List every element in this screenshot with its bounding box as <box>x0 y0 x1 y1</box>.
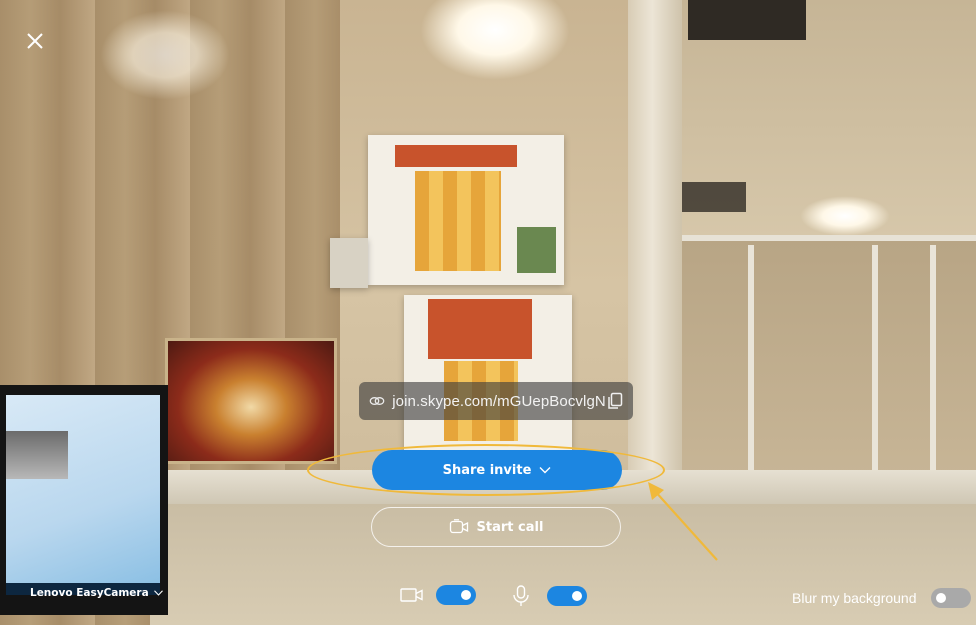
video-toggle[interactable] <box>436 585 476 605</box>
start-call-button[interactable]: Start call <box>371 507 621 547</box>
ceiling-vent <box>688 0 806 40</box>
framed-picture <box>165 338 337 464</box>
glass-frame <box>872 245 878 470</box>
small-picture <box>330 238 368 288</box>
start-call-label: Start call <box>476 519 544 535</box>
copy-icon[interactable] <box>606 390 625 412</box>
video-icon <box>400 586 424 604</box>
microphone-toggle[interactable] <box>547 586 587 606</box>
glass-frame <box>930 245 936 470</box>
blur-background-toggle[interactable] <box>930 588 971 608</box>
microphone-icon <box>511 585 531 607</box>
link-icon <box>369 392 386 410</box>
ceiling-light <box>100 10 230 100</box>
chevron-down-icon <box>539 466 551 474</box>
ceiling-vent <box>680 182 746 212</box>
chevron-down-icon <box>153 590 163 596</box>
glass-frame <box>748 245 754 470</box>
camera-name: Lenovo EasyCamera <box>30 587 149 599</box>
blur-background-control: Blur my background <box>792 588 971 608</box>
computer-monitor <box>0 385 168 615</box>
blur-background-label: Blur my background <box>792 590 917 606</box>
close-icon <box>27 33 43 49</box>
invite-link-text[interactable]: join.skype.com/mGUepBocvlgN <box>392 393 606 410</box>
calendar-poster <box>404 295 572 455</box>
share-invite-label: Share invite <box>442 462 532 478</box>
invite-link-box: join.skype.com/mGUepBocvlgN <box>359 382 633 420</box>
video-camera-icon <box>449 519 469 535</box>
close-button[interactable] <box>22 28 48 54</box>
video-control <box>400 585 476 605</box>
ceiling-light <box>800 196 890 236</box>
calendar-poster <box>368 135 564 285</box>
microphone-control <box>511 585 587 607</box>
share-invite-button[interactable]: Share invite <box>372 450 622 490</box>
camera-selector[interactable]: Lenovo EasyCamera <box>30 587 163 599</box>
